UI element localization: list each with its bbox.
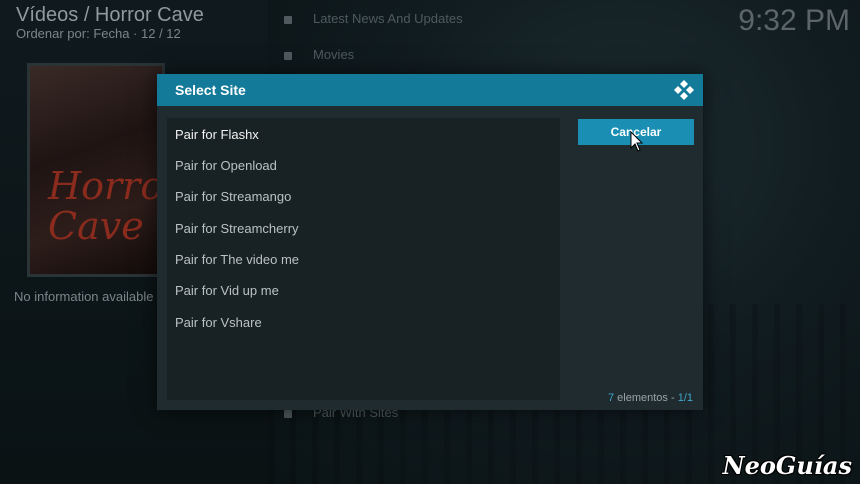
- menu-item-movies[interactable]: Movies: [284, 47, 354, 62]
- site-watermark: NeoGuías: [722, 451, 852, 480]
- select-site-dialog: Select Site Pair for Flashx Pair for Ope…: [157, 74, 703, 410]
- dialog-header: Select Site: [157, 74, 703, 106]
- poster-logo-text: HorrorCave: [48, 164, 164, 248]
- list-item-flashx[interactable]: Pair for Flashx: [175, 127, 259, 142]
- sort-info: Ordenar por: Fecha · 12 / 12: [16, 26, 181, 41]
- list-item-vid-up-me[interactable]: Pair for Vid up me: [175, 283, 279, 298]
- page-title: Vídeos / Horror Cave: [16, 4, 204, 26]
- list-item-openload[interactable]: Pair for Openload: [175, 158, 277, 173]
- list-item-streamango[interactable]: Pair for Streamango: [175, 189, 291, 204]
- addon-poster: HorrorCave: [27, 63, 165, 277]
- folder-icon: [284, 51, 292, 60]
- kodi-logo-icon: [674, 80, 694, 100]
- dialog-title: Select Site: [175, 82, 246, 98]
- site-list: Pair for Flashx Pair for Openload Pair f…: [167, 118, 560, 400]
- list-item-vshare[interactable]: Pair for Vshare: [175, 315, 262, 330]
- list-item-streamcherry[interactable]: Pair for Streamcherry: [175, 221, 299, 236]
- no-info-text: No information available: [14, 289, 154, 304]
- menu-item-latest-news[interactable]: Latest News And Updates: [284, 11, 463, 26]
- mouse-pointer-icon: [630, 131, 644, 152]
- item-count: 7 elementos - 1/1: [607, 392, 693, 404]
- bullet-icon: [284, 15, 292, 24]
- bullet-icon: [284, 409, 292, 418]
- clock: 9:32 PM: [738, 4, 850, 37]
- list-item-the-video-me[interactable]: Pair for The video me: [175, 252, 299, 267]
